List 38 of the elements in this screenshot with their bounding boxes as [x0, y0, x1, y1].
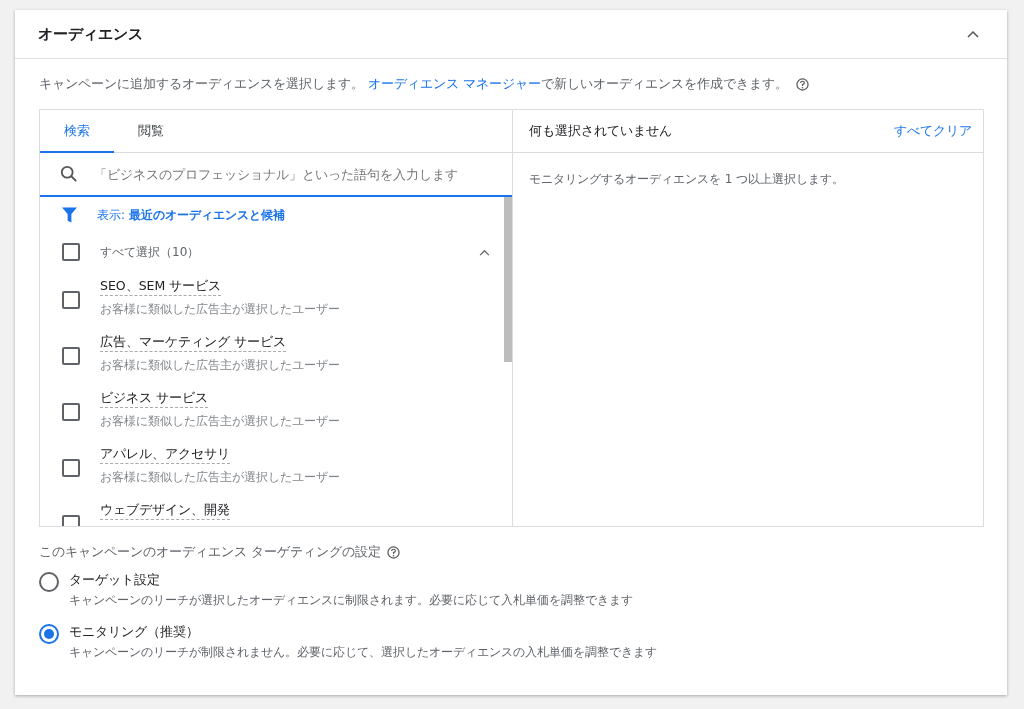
help-icon[interactable]	[387, 546, 400, 559]
audience-subtitle: お客様に類似した広告主が選択したユーザー	[100, 469, 340, 486]
audience-subtitle: お客様に類似した広告主が選択したユーザー	[100, 357, 340, 374]
filter-link[interactable]: 表示: 最近のオーディエンスと候補	[97, 206, 285, 224]
radio-button[interactable]	[39, 624, 59, 644]
tab[interactable]: 閲覧	[114, 110, 188, 153]
audience-title: アパレル、アクセサリ	[100, 446, 230, 464]
option-title: ターゲット設定	[69, 571, 161, 589]
search-icon	[60, 165, 78, 183]
select-all-label: すべて選択（10）	[100, 243, 201, 261]
audience-subtitle: お客様に類似した広告主が選択したユーザー	[100, 413, 340, 430]
selection-status: 何も選択されていません	[529, 122, 672, 140]
collapse-chevron-icon[interactable]	[967, 30, 979, 38]
checkbox[interactable]	[62, 459, 80, 477]
audience-subtitle: お客様に類似した広告主が選択したユーザー	[100, 301, 340, 318]
selection-message: モニタリングするオーディエンスを 1 つ以上選択します。	[528, 171, 846, 188]
clear-all-link[interactable]: すべてクリア	[894, 122, 972, 140]
checkbox[interactable]	[62, 291, 80, 309]
checkbox[interactable]	[62, 403, 80, 421]
tab[interactable]: 検索	[40, 110, 114, 153]
option-title: モニタリング（推奨）	[69, 623, 200, 641]
audience-title: SEO、SEM サービス	[100, 278, 222, 296]
audience-manager-link[interactable]: オーディエンス マネージャー	[368, 75, 541, 91]
checkbox[interactable]	[62, 243, 80, 261]
option-description: キャンペーンのリーチが選択したオーディエンスに制限されます。必要に応じて入札単価を調整できます	[69, 592, 633, 609]
description-text: キャンペーンに追加するオーディエンスを選択します。 オーディエンス マネージャーで新しいオーディエンスを作成できます。	[39, 75, 788, 93]
radio-button[interactable]	[39, 572, 59, 592]
scrollbar-thumb[interactable]	[504, 197, 512, 362]
audience-title: ウェブデザイン、開発	[100, 502, 230, 520]
section-title: オーディエンス	[38, 24, 143, 44]
filter-icon[interactable]	[62, 207, 77, 223]
help-icon[interactable]	[795, 77, 809, 91]
audience-title: 広告、マーケティング サービス	[100, 334, 286, 352]
collapse-chevron-icon[interactable]	[479, 248, 490, 256]
targeting-label: このキャンペーンのオーディエンス ターゲティングの設定	[39, 544, 381, 561]
option-description: キャンペーンのリーチが制限されません。必要に応じて、選択したオーディエンスの入札単価を調整できます	[69, 644, 657, 661]
audience-title: ビジネス サービス	[100, 390, 208, 408]
checkbox[interactable]	[62, 347, 80, 365]
